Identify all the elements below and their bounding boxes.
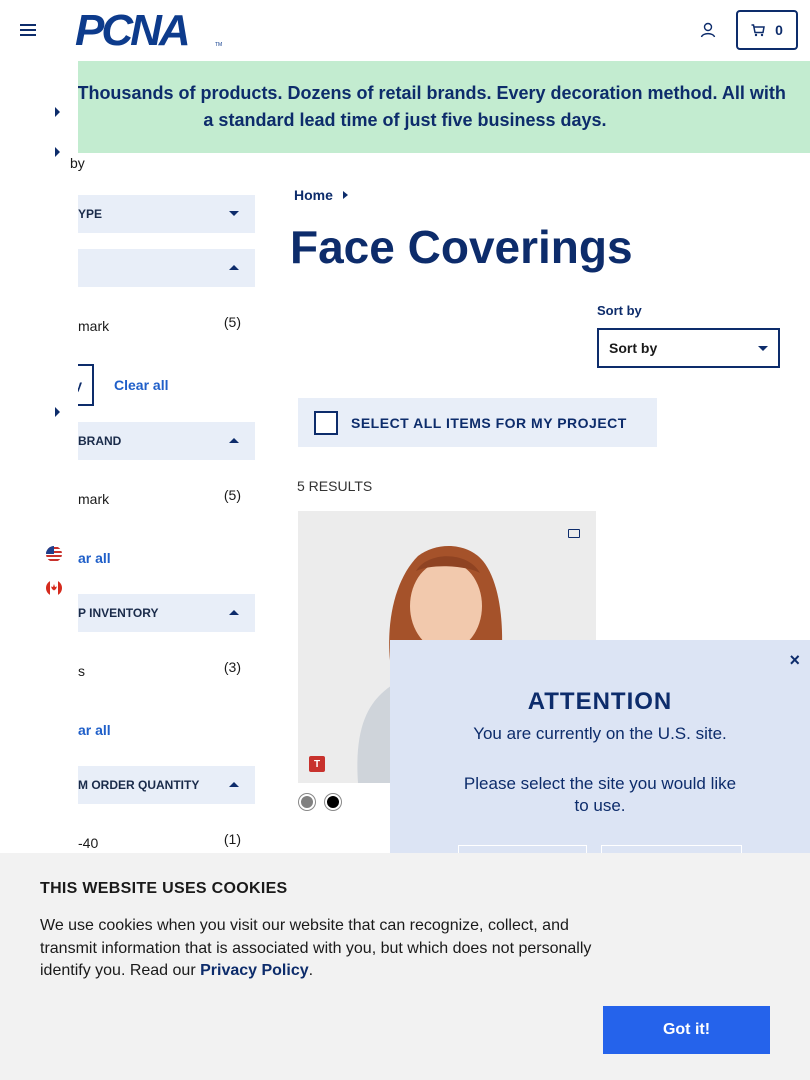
select-all-label: SELECT ALL ITEMS FOR MY PROJECT [351,414,627,431]
results-count: 5 RESULTS [297,478,373,494]
caret-right-icon[interactable] [55,107,60,117]
select-all-checkbox[interactable] [314,410,338,435]
site-header: PCNA TM 0 [0,0,810,61]
filter-option-trademark[interactable]: mark (5) [60,314,245,334]
caret-right-icon[interactable] [55,407,60,417]
clear-all-link[interactable]: Clear all [114,377,168,393]
filter-inventory-header[interactable]: P INVENTORY [60,594,255,632]
page-title: Face Coverings [290,221,633,273]
modal-instruction-text: Please select the site you would like to… [463,774,737,815]
account-icon[interactable] [700,22,716,38]
cart-button[interactable]: 0 [736,10,798,50]
sort-select[interactable]: Sort by [597,328,780,368]
modal-title: ATTENTION [527,688,673,715]
cart-icon [751,23,765,36]
filter-option-count: (5) [223,314,241,330]
cookie-banner: THIS WEBSITE USES COOKIES We use cookies… [0,853,810,1080]
filter-product-type-label: YPE [78,207,103,221]
color-swatch-grey[interactable] [299,794,315,810]
brand-tag-icon: T [309,756,325,772]
us-flag-icon[interactable] [46,546,62,562]
caret-right-icon [342,191,348,199]
canada-flag-icon[interactable] [46,580,62,596]
close-icon[interactable]: × [789,650,800,671]
caret-right-icon[interactable] [55,147,60,157]
cookie-period: . [308,962,314,979]
filter-option-brand[interactable]: mark (5) [60,487,245,507]
cookie-title: THIS WEBSITE USES COOKIES [40,880,288,897]
menu-icon[interactable] [20,24,36,36]
chevron-down-icon [758,346,768,351]
side-menu-partial-label: by [70,155,85,171]
chevron-up-icon [229,610,239,615]
modal-current-site-text: You are currently on the U.S. site. [473,724,727,743]
folder-icon[interactable] [568,529,580,538]
filter-option-count: (3) [223,659,241,675]
clear-all-link[interactable]: ar all [78,550,111,566]
filter-moq-header[interactable]: M ORDER QUANTITY [60,766,255,804]
breadcrumb-home[interactable]: Home [294,187,333,203]
color-swatch-black[interactable] [325,794,341,810]
clear-all-link[interactable]: ar all [78,722,111,738]
filter-retail-brand-label: BRAND [78,434,122,448]
promo-banner-text: Wait? Thousands of products. Dozens of r… [24,83,786,130]
cookie-body: We use cookies when you visit our websit… [40,917,592,979]
breadcrumb: Home [294,187,348,203]
chevron-up-icon [229,782,239,787]
cookie-text: We use cookies when you visit our websit… [40,915,610,983]
accept-cookies-button[interactable]: Got it! [603,1006,770,1054]
side-menu [0,61,78,853]
chevron-down-icon [229,211,239,216]
filter-retail-brand-header[interactable]: BRAND [60,422,255,460]
sort-label: Sort by [597,303,642,318]
filter-option-inventory[interactable]: s (3) [60,659,245,679]
logo-trademark: TM [215,42,223,48]
promo-banner: Wait? Thousands of products. Dozens of r… [0,61,810,153]
site-selection-modal: × ATTENTION You are currently on the U.S… [390,640,810,875]
select-all-items[interactable]: SELECT ALL ITEMS FOR MY PROJECT [298,398,657,447]
chevron-up-icon [229,265,239,270]
filter-group-header[interactable] [60,249,255,287]
filter-option-count: (1) [223,831,241,847]
cart-count: 0 [775,22,783,38]
filter-moq-label: M ORDER QUANTITY [78,778,200,792]
filter-inventory-label: P INVENTORY [78,606,159,620]
filter-option-count: (5) [223,487,241,503]
privacy-policy-link[interactable]: Privacy Policy [200,962,309,979]
chevron-up-icon [229,438,239,443]
pcna-logo[interactable]: PCNA [75,9,191,53]
sort-selected-value: Sort by [609,340,658,356]
filter-option-moq[interactable]: -40 (1) [60,831,245,851]
filter-product-type-header[interactable]: YPE [60,195,255,233]
